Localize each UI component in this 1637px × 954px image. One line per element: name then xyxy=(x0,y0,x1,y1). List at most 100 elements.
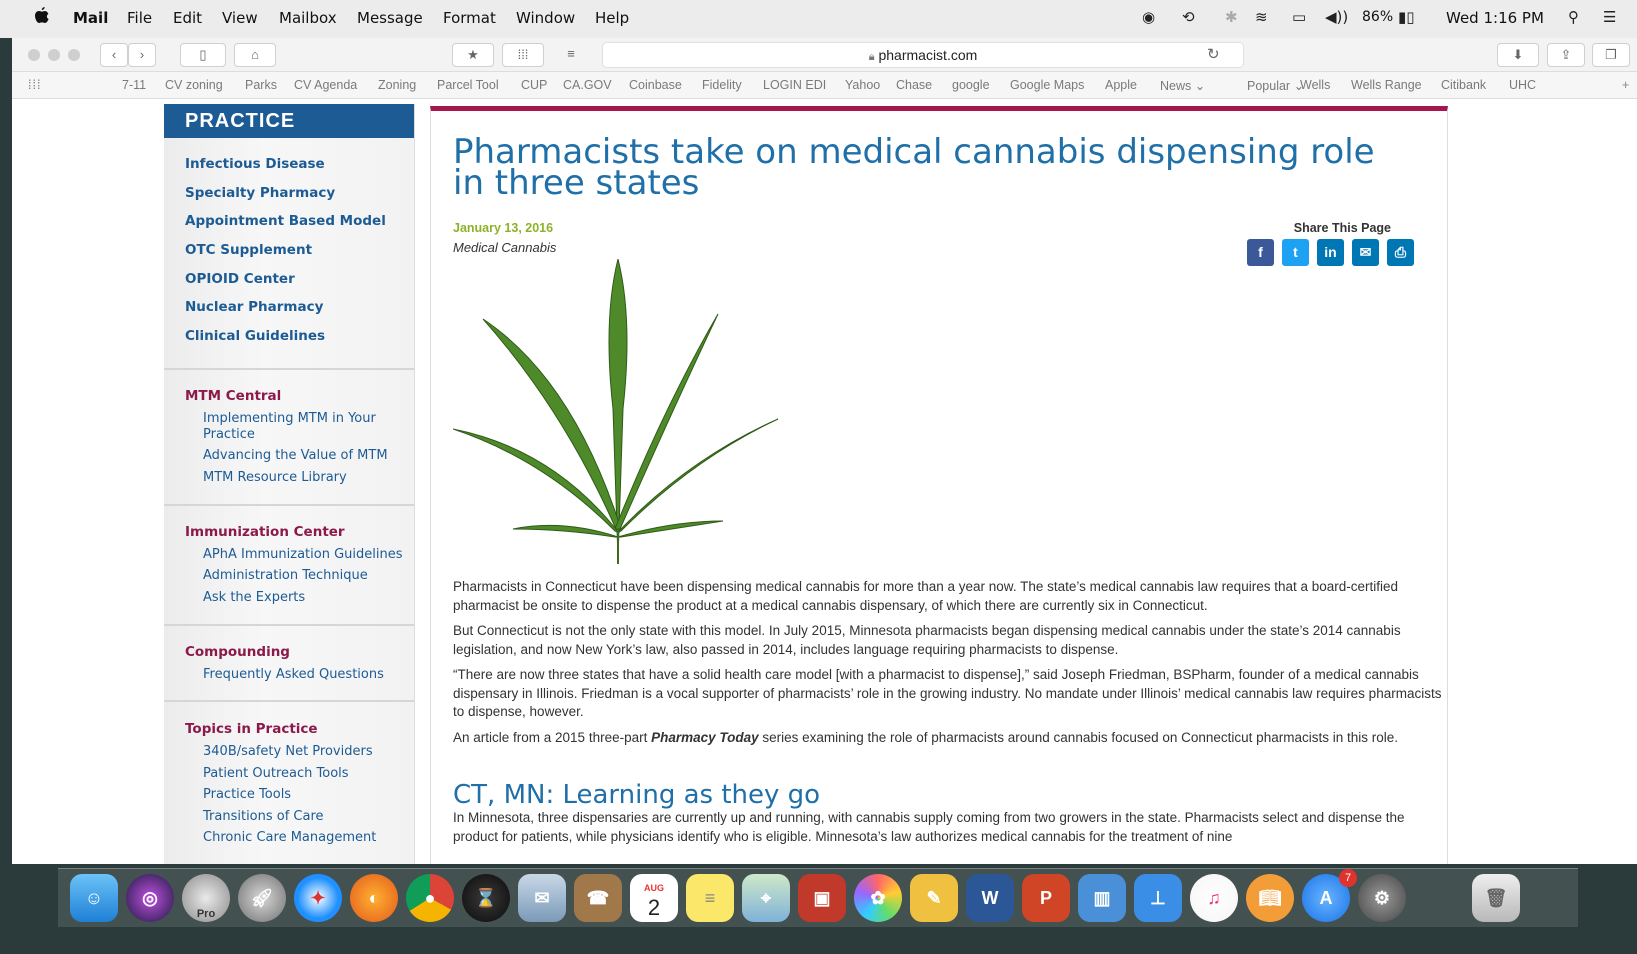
google-earth-pro-icon[interactable]: Pro xyxy=(182,874,230,922)
safari-icon[interactable]: ✦ xyxy=(294,874,342,922)
notes-icon[interactable]: ≡ xyxy=(686,874,734,922)
facebook-share-icon[interactable]: f xyxy=(1247,239,1274,266)
address-bar[interactable]: 🔒︎ pharmacist.com xyxy=(602,42,1244,68)
twitter-share-icon[interactable]: t xyxy=(1282,239,1309,266)
sidebar-link[interactable]: Appointment Based Model xyxy=(185,213,386,229)
menu-window[interactable]: Window xyxy=(516,9,575,27)
sidebar-link[interactable]: OTC Supplement xyxy=(185,242,312,258)
contacts-icon[interactable]: ☎ xyxy=(574,874,622,922)
photos-icon[interactable]: ✿ xyxy=(854,874,902,922)
sidebar-section-title[interactable]: Topics in Practice xyxy=(185,721,318,737)
favorite-link[interactable]: Parcel Tool xyxy=(437,78,499,92)
menu-file[interactable]: File xyxy=(127,9,152,27)
home-button[interactable]: ⌂ xyxy=(234,43,276,67)
mail-icon[interactable]: ✉ xyxy=(518,874,566,922)
apple-menu-icon[interactable] xyxy=(34,7,50,25)
sidebar-sublink[interactable]: Chronic Care Management xyxy=(203,830,403,846)
sidebar-link[interactable]: Nuclear Pharmacy xyxy=(185,299,323,315)
sidebar-sublink[interactable]: Patient Outreach Tools xyxy=(203,766,403,782)
ibooks-icon[interactable]: 📖︎ xyxy=(1246,874,1294,922)
sidebar-sublink[interactable]: Practice Tools xyxy=(203,787,403,803)
back-button[interactable]: ‹ xyxy=(100,43,128,67)
reader-button[interactable]: ≡ xyxy=(557,43,585,65)
system-preferences-icon[interactable]: ⚙ xyxy=(1358,874,1406,922)
sidebar-sublink[interactable]: Frequently Asked Questions xyxy=(203,667,403,683)
sidebar-sublink[interactable]: Transitions of Care xyxy=(203,809,403,825)
battery-icon[interactable]: ▮▯ xyxy=(1398,8,1415,26)
launchpad-icon[interactable]: 🚀︎ xyxy=(238,874,286,922)
sidebar-link[interactable]: Clinical Guidelines xyxy=(185,328,325,344)
sidebar-sublink[interactable]: Ask the Experts xyxy=(203,590,403,606)
sync-status-icon[interactable]: ◉ xyxy=(1142,8,1155,26)
print-icon[interactable]: ⎙ xyxy=(1387,239,1414,266)
bluetooth-icon[interactable]: ✱ xyxy=(1225,8,1238,26)
favorite-link[interactable]: Wells xyxy=(1300,78,1330,92)
pages-icon[interactable]: ✎ xyxy=(910,874,958,922)
spotlight-search-icon[interactable]: ⚲ xyxy=(1568,8,1579,26)
notification-center-icon[interactable]: ☰ xyxy=(1603,8,1616,26)
favorite-link[interactable]: CUP xyxy=(521,78,547,92)
favorite-link[interactable]: Zoning xyxy=(378,78,416,92)
add-favorite-icon[interactable]: + xyxy=(1622,78,1629,92)
favorite-link[interactable]: Yahoo xyxy=(845,78,880,92)
favorite-link[interactable]: Fidelity xyxy=(702,78,742,92)
favorite-link[interactable]: Apple xyxy=(1105,78,1137,92)
favorite-link[interactable]: CV zoning xyxy=(165,78,223,92)
keynote-icon[interactable]: ⊥ xyxy=(1134,874,1182,922)
favorite-link[interactable]: UHC xyxy=(1509,78,1536,92)
favorite-link[interactable]: Chase xyxy=(896,78,932,92)
sidebar-sublink[interactable]: APhA Immunization Guidelines xyxy=(203,547,413,563)
reload-icon[interactable]: ↻ xyxy=(1207,45,1220,63)
time-machine-dock-icon[interactable]: ⌛ xyxy=(462,874,510,922)
chrome-icon[interactable]: ● xyxy=(406,874,454,922)
sidebar-section-title[interactable]: Immunization Center xyxy=(185,524,345,540)
sidebar-section-title[interactable]: MTM Central xyxy=(185,388,281,404)
share-button[interactable]: ⇪ xyxy=(1547,43,1585,67)
time-machine-icon[interactable]: ⟲ xyxy=(1182,8,1195,26)
sidebar-sublink[interactable]: 340B/safety Net Providers xyxy=(203,744,403,760)
favorites-folder-news[interactable]: News ⌄ xyxy=(1160,78,1205,93)
calendar-icon[interactable]: AUG 2 xyxy=(630,874,678,922)
sidebar-link[interactable]: OPIOID Center xyxy=(185,271,295,287)
favorite-link[interactable]: CA.GOV xyxy=(563,78,612,92)
menu-message[interactable]: Message xyxy=(357,9,423,27)
sidebar-link[interactable]: Infectious Disease xyxy=(185,156,325,172)
zoom-window-button[interactable] xyxy=(68,49,80,61)
sidebar-sublink[interactable]: MTM Resource Library xyxy=(203,470,403,486)
sidebar-section-title[interactable]: Compounding xyxy=(185,644,290,660)
favorites-grid-icon[interactable]: ⁞⁞⁞ xyxy=(28,78,41,92)
menu-view[interactable]: View xyxy=(222,9,258,27)
favorite-link[interactable]: CV Agenda xyxy=(294,78,357,92)
menu-format[interactable]: Format xyxy=(443,9,496,27)
itunes-icon[interactable]: ♫ xyxy=(1190,874,1238,922)
volume-icon[interactable]: ◀)) xyxy=(1325,8,1348,26)
minimize-window-button[interactable] xyxy=(48,49,60,61)
favorite-link[interactable]: Wells Range xyxy=(1351,78,1422,92)
trash-icon[interactable]: 🗑︎ xyxy=(1472,874,1520,922)
downloads-button[interactable]: ⬇ xyxy=(1497,43,1539,67)
menu-clock[interactable]: Wed 1:16 PM xyxy=(1446,9,1544,27)
sidebar-sublink[interactable]: Administration Technique xyxy=(203,568,403,584)
photo-booth-icon[interactable]: ▣ xyxy=(798,874,846,922)
favorite-link[interactable]: LOGIN EDI xyxy=(763,78,826,92)
email-share-icon[interactable]: ✉ xyxy=(1352,239,1379,266)
favorites-folder-popular[interactable]: Popular ⌄ xyxy=(1247,78,1304,93)
menu-help[interactable]: Help xyxy=(595,9,629,27)
forward-button[interactable]: › xyxy=(128,43,156,67)
linkedin-share-icon[interactable]: in xyxy=(1317,239,1344,266)
firefox-icon[interactable]: ◐ xyxy=(350,874,398,922)
menu-app-name[interactable]: Mail xyxy=(73,9,108,27)
wifi-icon[interactable]: ≋ xyxy=(1255,8,1268,26)
numbers-icon[interactable]: ▥ xyxy=(1078,874,1126,922)
microsoft-powerpoint-icon[interactable]: P xyxy=(1022,874,1070,922)
favorite-link[interactable]: google xyxy=(952,78,990,92)
menu-edit[interactable]: Edit xyxy=(173,9,202,27)
sidebar-sublink[interactable]: Advancing the Value of MTM xyxy=(203,448,403,464)
sidebar-link[interactable]: Specialty Pharmacy xyxy=(185,185,335,201)
airplay-icon[interactable]: ▭ xyxy=(1292,8,1306,26)
favorite-link[interactable]: Coinbase xyxy=(629,78,682,92)
favorite-link[interactable]: Parks xyxy=(245,78,277,92)
menu-mailbox[interactable]: Mailbox xyxy=(279,9,337,27)
finder-icon[interactable]: ☺ xyxy=(70,874,118,922)
tabs-overview-button[interactable]: ❐ xyxy=(1592,43,1630,67)
